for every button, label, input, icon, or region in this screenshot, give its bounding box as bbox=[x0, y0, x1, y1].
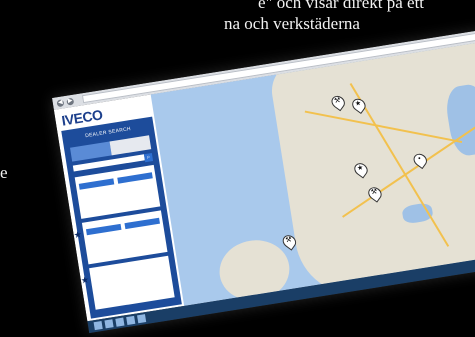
result-actions bbox=[78, 172, 153, 190]
star-icon: ★ bbox=[80, 274, 90, 286]
tab-dealers[interactable] bbox=[70, 141, 112, 162]
map-land bbox=[267, 39, 475, 303]
star-icon: ★ bbox=[72, 229, 83, 241]
result-route-button[interactable] bbox=[124, 217, 160, 230]
ie-icon[interactable] bbox=[93, 321, 103, 331]
caption-line-1: e" och visar direkt på ett bbox=[258, 0, 425, 12]
back-button[interactable]: ◀ bbox=[56, 98, 65, 107]
result-item[interactable]: ★ bbox=[80, 255, 175, 310]
result-item[interactable]: ★ bbox=[73, 210, 168, 265]
result-actions bbox=[85, 217, 160, 236]
app-icon[interactable] bbox=[126, 315, 136, 325]
monitor-screen: ◀ ▶ IVECO DEALER SEARCH ⌕ ★ ★ ⚒ ★ ★ • ⚒ … bbox=[52, 27, 475, 334]
star-icon: ★ bbox=[356, 164, 364, 173]
app-icon[interactable] bbox=[137, 314, 147, 324]
result-details-button[interactable] bbox=[85, 223, 122, 236]
caption-line-2: na och verkstäderna bbox=[224, 14, 360, 33]
tab-workshops[interactable] bbox=[109, 135, 152, 156]
forward-button[interactable]: ▶ bbox=[66, 97, 75, 106]
wrench-icon: ⚒ bbox=[370, 188, 378, 197]
media-icon[interactable] bbox=[115, 317, 125, 327]
caption-line-3: e bbox=[0, 163, 8, 182]
star-icon: ★ bbox=[354, 100, 362, 108]
wrench-icon: ⚒ bbox=[333, 97, 341, 106]
result-item[interactable] bbox=[74, 164, 161, 219]
wrench-icon: ⚒ bbox=[284, 236, 293, 245]
result-route-button[interactable] bbox=[117, 172, 153, 184]
folder-icon[interactable] bbox=[104, 319, 114, 329]
location-icon: • bbox=[417, 155, 422, 163]
result-details-button[interactable] bbox=[78, 178, 115, 190]
search-icon[interactable]: ⌕ bbox=[143, 153, 154, 163]
